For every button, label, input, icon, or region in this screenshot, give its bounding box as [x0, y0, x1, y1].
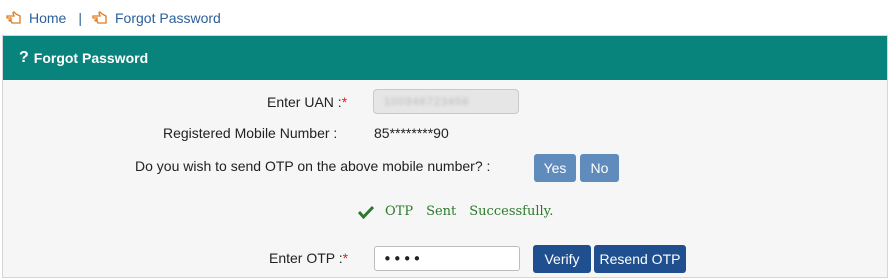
otp-question-label: Do you wish to send OTP on the above mob…: [135, 158, 491, 174]
breadcrumb: Home | Forgot Password: [6, 8, 221, 28]
uan-label: Enter UAN :*: [267, 94, 347, 110]
mobile-value: 85********90: [374, 125, 449, 141]
uan-value: 100946723456: [384, 96, 470, 108]
otp-label: Enter OTP :*: [269, 250, 348, 266]
breadcrumb-forgot-password-link[interactable]: Forgot Password: [92, 10, 221, 26]
breadcrumb-home-label: Home: [29, 10, 67, 26]
otp-success-message: OTP Sent Successfully.: [358, 204, 553, 219]
question-icon: ?: [19, 49, 29, 66]
success-word-sent: Sent: [426, 204, 457, 219]
breadcrumb-separator: |: [78, 10, 82, 26]
required-mark: *: [341, 94, 348, 110]
uan-label-text: Enter UAN :: [267, 94, 342, 110]
mobile-label: Registered Mobile Number :: [163, 125, 338, 141]
yes-button[interactable]: Yes: [534, 154, 576, 182]
hand-pointer-icon: [92, 11, 107, 24]
verify-button[interactable]: Verify: [533, 245, 591, 273]
otp-input[interactable]: ••••: [374, 246, 520, 271]
hand-pointer-icon: [6, 11, 21, 24]
success-word-successfully: Successfully.: [469, 204, 554, 219]
resend-otp-button[interactable]: Resend OTP: [594, 245, 686, 273]
check-icon: [358, 205, 374, 219]
forgot-password-panel: ? Forgot Password Enter UAN :* 100946723…: [2, 35, 888, 278]
panel-header: ? Forgot Password: [3, 36, 887, 80]
success-word-otp: OTP: [385, 204, 414, 219]
required-mark: *: [342, 250, 349, 266]
uan-input[interactable]: 100946723456: [373, 89, 519, 114]
breadcrumb-home-link[interactable]: Home: [6, 10, 66, 26]
otp-label-text: Enter OTP :: [269, 250, 343, 266]
breadcrumb-current-label: Forgot Password: [115, 10, 221, 26]
no-button[interactable]: No: [580, 154, 619, 182]
panel-title: Forgot Password: [33, 50, 149, 66]
